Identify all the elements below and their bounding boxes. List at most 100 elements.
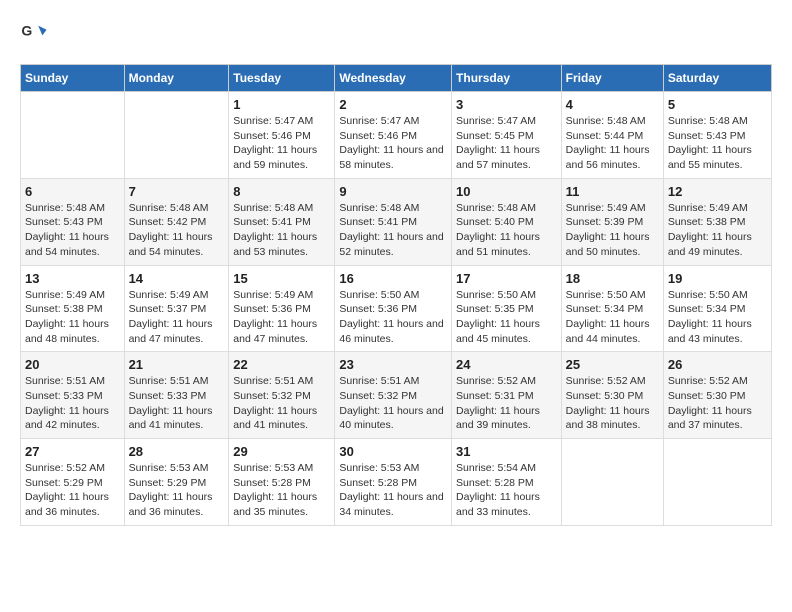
calendar-cell: 18 Sunrise: 5:50 AMSunset: 5:34 PMDayligh…	[561, 265, 663, 352]
day-number: 9	[339, 184, 447, 199]
calendar-cell	[21, 92, 125, 179]
col-header-sunday: Sunday	[21, 65, 125, 92]
calendar-cell: 4 Sunrise: 5:48 AMSunset: 5:44 PMDaylight…	[561, 92, 663, 179]
day-number: 30	[339, 444, 447, 459]
calendar-cell: 15 Sunrise: 5:49 AMSunset: 5:36 PMDayligh…	[229, 265, 335, 352]
day-info: Sunrise: 5:52 AMSunset: 5:29 PMDaylight:…	[25, 461, 120, 520]
day-info: Sunrise: 5:49 AMSunset: 5:36 PMDaylight:…	[233, 288, 330, 347]
day-info: Sunrise: 5:47 AMSunset: 5:46 PMDaylight:…	[339, 114, 447, 173]
calendar-cell: 8 Sunrise: 5:48 AMSunset: 5:41 PMDaylight…	[229, 178, 335, 265]
day-number: 8	[233, 184, 330, 199]
day-number: 27	[25, 444, 120, 459]
calendar-cell: 11 Sunrise: 5:49 AMSunset: 5:39 PMDayligh…	[561, 178, 663, 265]
col-header-tuesday: Tuesday	[229, 65, 335, 92]
day-number: 26	[668, 357, 767, 372]
day-info: Sunrise: 5:51 AMSunset: 5:33 PMDaylight:…	[25, 374, 120, 433]
day-info: Sunrise: 5:51 AMSunset: 5:32 PMDaylight:…	[339, 374, 447, 433]
day-number: 15	[233, 271, 330, 286]
day-info: Sunrise: 5:52 AMSunset: 5:31 PMDaylight:…	[456, 374, 557, 433]
day-info: Sunrise: 5:49 AMSunset: 5:37 PMDaylight:…	[129, 288, 225, 347]
calendar-cell: 3 Sunrise: 5:47 AMSunset: 5:45 PMDaylight…	[452, 92, 562, 179]
day-info: Sunrise: 5:48 AMSunset: 5:43 PMDaylight:…	[668, 114, 767, 173]
calendar-cell: 7 Sunrise: 5:48 AMSunset: 5:42 PMDaylight…	[124, 178, 229, 265]
day-number: 5	[668, 97, 767, 112]
col-header-friday: Friday	[561, 65, 663, 92]
day-number: 7	[129, 184, 225, 199]
week-row-2: 6 Sunrise: 5:48 AMSunset: 5:43 PMDaylight…	[21, 178, 772, 265]
day-number: 31	[456, 444, 557, 459]
day-number: 2	[339, 97, 447, 112]
day-number: 11	[566, 184, 659, 199]
calendar-cell: 1Sunrise: 5:47 AMSunset: 5:46 PMDaylight…	[229, 92, 335, 179]
calendar-cell: 27 Sunrise: 5:52 AMSunset: 5:29 PMDayligh…	[21, 439, 125, 526]
day-info: Sunrise: 5:51 AMSunset: 5:32 PMDaylight:…	[233, 374, 330, 433]
day-info: Sunrise: 5:50 AMSunset: 5:34 PMDaylight:…	[668, 288, 767, 347]
calendar-cell: 16 Sunrise: 5:50 AMSunset: 5:36 PMDayligh…	[335, 265, 452, 352]
day-info: Sunrise: 5:49 AMSunset: 5:38 PMDaylight:…	[25, 288, 120, 347]
calendar-cell: 31 Sunrise: 5:54 AMSunset: 5:28 PMDayligh…	[452, 439, 562, 526]
svg-text:G: G	[21, 22, 32, 38]
day-info: Sunrise: 5:50 AMSunset: 5:34 PMDaylight:…	[566, 288, 659, 347]
day-info: Sunrise: 5:48 AMSunset: 5:43 PMDaylight:…	[25, 201, 120, 260]
day-info: Sunrise: 5:50 AMSunset: 5:35 PMDaylight:…	[456, 288, 557, 347]
day-number: 16	[339, 271, 447, 286]
day-number: 20	[25, 357, 120, 372]
calendar-cell: 5 Sunrise: 5:48 AMSunset: 5:43 PMDaylight…	[663, 92, 771, 179]
day-info: Sunrise: 5:51 AMSunset: 5:33 PMDaylight:…	[129, 374, 225, 433]
week-row-5: 27 Sunrise: 5:52 AMSunset: 5:29 PMDayligh…	[21, 439, 772, 526]
day-number: 18	[566, 271, 659, 286]
day-info: Sunrise: 5:54 AMSunset: 5:28 PMDaylight:…	[456, 461, 557, 520]
col-header-monday: Monday	[124, 65, 229, 92]
day-number: 28	[129, 444, 225, 459]
calendar-cell: 2 Sunrise: 5:47 AMSunset: 5:46 PMDaylight…	[335, 92, 452, 179]
day-number: 3	[456, 97, 557, 112]
day-info: Sunrise: 5:47 AMSunset: 5:46 PMDaylight:…	[233, 114, 330, 173]
logo: G	[20, 20, 52, 48]
calendar-cell: 17 Sunrise: 5:50 AMSunset: 5:35 PMDayligh…	[452, 265, 562, 352]
day-info: Sunrise: 5:48 AMSunset: 5:40 PMDaylight:…	[456, 201, 557, 260]
calendar-cell: 26Sunrise: 5:52 AMSunset: 5:30 PMDayligh…	[663, 352, 771, 439]
day-number: 14	[129, 271, 225, 286]
day-info: Sunrise: 5:47 AMSunset: 5:45 PMDaylight:…	[456, 114, 557, 173]
calendar-cell: 19 Sunrise: 5:50 AMSunset: 5:34 PMDayligh…	[663, 265, 771, 352]
calendar-cell: 28 Sunrise: 5:53 AMSunset: 5:29 PMDayligh…	[124, 439, 229, 526]
calendar-cell: 10Sunrise: 5:48 AMSunset: 5:40 PMDayligh…	[452, 178, 562, 265]
calendar-cell: 30 Sunrise: 5:53 AMSunset: 5:28 PMDayligh…	[335, 439, 452, 526]
calendar-cell	[663, 439, 771, 526]
page-header: G	[20, 20, 772, 48]
day-number: 12	[668, 184, 767, 199]
day-info: Sunrise: 5:48 AMSunset: 5:42 PMDaylight:…	[129, 201, 225, 260]
day-number: 17	[456, 271, 557, 286]
day-number: 6	[25, 184, 120, 199]
day-info: Sunrise: 5:52 AMSunset: 5:30 PMDaylight:…	[566, 374, 659, 433]
day-info: Sunrise: 5:53 AMSunset: 5:29 PMDaylight:…	[129, 461, 225, 520]
day-number: 23	[339, 357, 447, 372]
calendar-cell: 22 Sunrise: 5:51 AMSunset: 5:32 PMDayligh…	[229, 352, 335, 439]
day-number: 21	[129, 357, 225, 372]
day-number: 29	[233, 444, 330, 459]
day-info: Sunrise: 5:49 AMSunset: 5:38 PMDaylight:…	[668, 201, 767, 260]
day-number: 13	[25, 271, 120, 286]
day-info: Sunrise: 5:53 AMSunset: 5:28 PMDaylight:…	[233, 461, 330, 520]
calendar-cell	[561, 439, 663, 526]
day-info: Sunrise: 5:48 AMSunset: 5:44 PMDaylight:…	[566, 114, 659, 173]
calendar-cell: 20 Sunrise: 5:51 AMSunset: 5:33 PMDayligh…	[21, 352, 125, 439]
day-number: 22	[233, 357, 330, 372]
col-header-saturday: Saturday	[663, 65, 771, 92]
calendar-cell: 25Sunrise: 5:52 AMSunset: 5:30 PMDayligh…	[561, 352, 663, 439]
week-row-4: 20 Sunrise: 5:51 AMSunset: 5:33 PMDayligh…	[21, 352, 772, 439]
day-number: 24	[456, 357, 557, 372]
col-header-wednesday: Wednesday	[335, 65, 452, 92]
day-info: Sunrise: 5:50 AMSunset: 5:36 PMDaylight:…	[339, 288, 447, 347]
day-info: Sunrise: 5:53 AMSunset: 5:28 PMDaylight:…	[339, 461, 447, 520]
logo-icon: G	[20, 20, 48, 48]
day-number: 19	[668, 271, 767, 286]
day-info: Sunrise: 5:49 AMSunset: 5:39 PMDaylight:…	[566, 201, 659, 260]
calendar-table: SundayMondayTuesdayWednesdayThursdayFrid…	[20, 64, 772, 526]
day-info: Sunrise: 5:48 AMSunset: 5:41 PMDaylight:…	[233, 201, 330, 260]
day-info: Sunrise: 5:48 AMSunset: 5:41 PMDaylight:…	[339, 201, 447, 260]
day-number: 4	[566, 97, 659, 112]
calendar-cell: 9 Sunrise: 5:48 AMSunset: 5:41 PMDaylight…	[335, 178, 452, 265]
calendar-cell: 6 Sunrise: 5:48 AMSunset: 5:43 PMDaylight…	[21, 178, 125, 265]
week-row-1: 1Sunrise: 5:47 AMSunset: 5:46 PMDaylight…	[21, 92, 772, 179]
